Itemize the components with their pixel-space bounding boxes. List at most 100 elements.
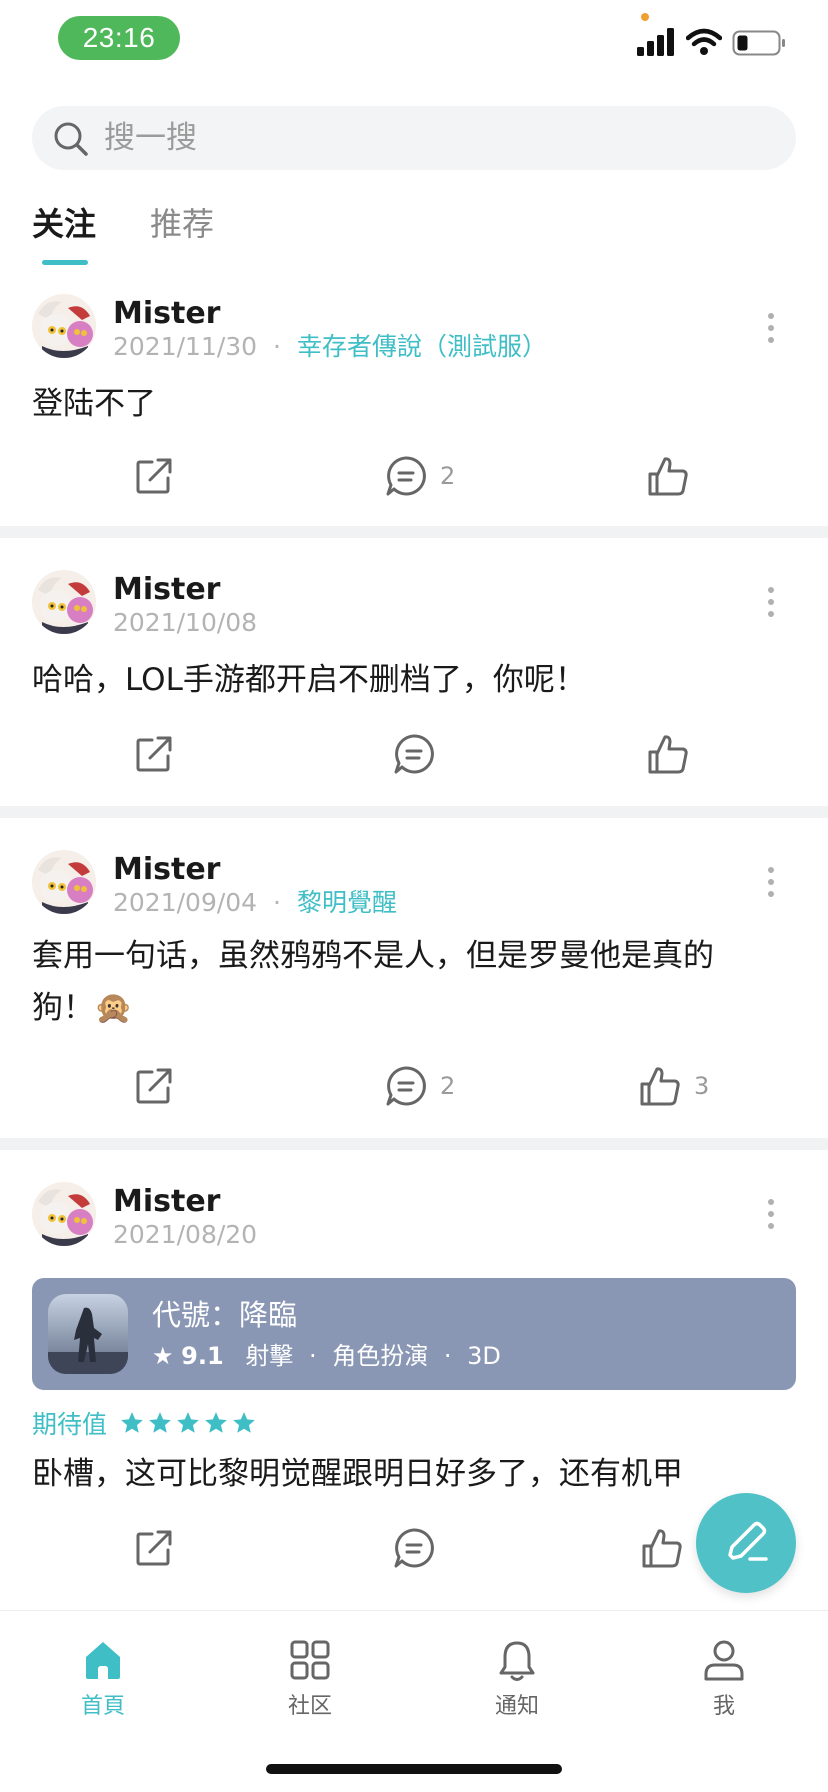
tag-separator: · <box>443 1342 452 1370</box>
more-options-icon[interactable] <box>760 862 782 902</box>
expectation-label: 期待值 <box>32 1410 108 1439</box>
comment-button[interactable] <box>392 1526 436 1570</box>
comment-icon <box>394 1528 434 1568</box>
bell-icon <box>499 1641 535 1681</box>
comment-icon <box>386 1066 426 1106</box>
post-game-link[interactable]: 黎明覺醒 <box>297 888 397 917</box>
nav-notifications[interactable]: 通知 <box>457 1637 577 1721</box>
share-icon <box>136 458 172 494</box>
thumbs-up-icon <box>648 457 688 496</box>
post-body: 哈哈，LOL手游都开启不删档了，你呢！ <box>32 662 586 698</box>
home-indicator <box>266 1764 562 1774</box>
star-icon: ★ <box>152 1342 174 1370</box>
star-icon <box>233 1412 255 1433</box>
comment-count: 2 <box>440 462 456 490</box>
nav-label: 首頁 <box>80 1694 125 1719</box>
meta-separator: · <box>273 332 281 361</box>
more-options-icon[interactable] <box>760 582 782 622</box>
status-time: 23:16 <box>58 16 180 60</box>
post-date: 2021/11/30 <box>113 332 258 361</box>
feed-post[interactable]: Mister 2021/11/30 · 幸存者傳說（測試服） 登陆不了 2 <box>0 280 828 526</box>
app-screen: 23:16 关注 推荐 <box>0 0 828 1792</box>
star-icon <box>149 1412 171 1433</box>
home-icon <box>86 1642 120 1679</box>
game-score: 9.1 <box>181 1342 224 1370</box>
game-card[interactable]: 代號：降臨 ★ 9.1 射擊 · 角色扮演 · 3D <box>32 1278 796 1390</box>
star-icon <box>121 1412 143 1433</box>
post-game-link[interactable]: 幸存者傳說（測試服） <box>297 332 547 361</box>
nav-label: 社区 <box>287 1694 332 1719</box>
grid-icon <box>290 1640 330 1680</box>
cellular-signal-icon <box>637 28 674 56</box>
privacy-indicator-dot <box>641 13 649 21</box>
post-divider <box>0 526 828 538</box>
comment-button[interactable]: 2 <box>384 454 455 498</box>
tab-recommend[interactable]: 推荐 <box>150 200 214 248</box>
post-meta: 2021/08/20 <box>113 1218 257 1252</box>
post-date: 2021/08/20 <box>113 1220 258 1249</box>
avatar[interactable] <box>32 294 96 358</box>
like-button[interactable]: 3 <box>638 1064 709 1108</box>
post-body: 套用一句话，虽然鸦鸦不是人，但是罗曼他是真的 狗！🙊 <box>32 930 802 1034</box>
post-author[interactable]: Mister <box>113 851 220 889</box>
meta-separator: · <box>273 888 281 917</box>
post-meta: 2021/11/30 · 幸存者傳說（測試服） <box>113 330 547 364</box>
nav-label: 我 <box>712 1694 735 1719</box>
post-date: 2021/10/08 <box>113 608 258 637</box>
share-button[interactable] <box>132 1526 176 1570</box>
like-button[interactable] <box>646 732 690 776</box>
share-button[interactable] <box>132 732 176 776</box>
avatar[interactable] <box>32 1182 96 1246</box>
wifi-icon <box>686 28 722 55</box>
expectation-rating: 期待值 <box>32 1406 259 1440</box>
thumbs-up-icon <box>642 1529 682 1568</box>
thumbs-up-icon <box>648 735 688 774</box>
nav-profile[interactable]: 我 <box>664 1637 784 1721</box>
post-meta: 2021/09/04 · 黎明覺醒 <box>113 886 397 920</box>
game-info: ★ 9.1 射擊 · 角色扮演 · 3D <box>152 1340 501 1372</box>
compose-post-button[interactable] <box>696 1493 796 1593</box>
status-bar: 23:16 <box>0 0 828 90</box>
like-button[interactable] <box>640 1526 684 1570</box>
game-title: 代號：降臨 <box>152 1298 298 1332</box>
post-author[interactable]: Mister <box>113 295 220 333</box>
nav-home[interactable]: 首頁 <box>43 1637 163 1721</box>
search-icon <box>54 122 88 156</box>
person-icon <box>704 1640 744 1681</box>
feed-post[interactable]: Mister 2021/09/04 · 黎明覺醒 套用一句话，虽然鸦鸦不是人，但… <box>0 818 828 1138</box>
avatar[interactable] <box>32 570 96 634</box>
post-body-line: 套用一句话，虽然鸦鸦不是人，但是罗曼他是真的 <box>32 938 714 974</box>
like-button[interactable] <box>646 454 690 498</box>
feed-tabs: 关注 推荐 <box>32 200 432 270</box>
post-meta: 2021/10/08 <box>113 606 257 640</box>
thumbs-up-icon <box>640 1067 680 1106</box>
avatar[interactable] <box>32 850 96 914</box>
star-icon <box>177 1412 199 1433</box>
star-icon <box>205 1412 227 1433</box>
active-tab-indicator <box>42 260 88 265</box>
post-body-line: 狗！🙊 <box>32 990 133 1026</box>
share-icon <box>136 736 172 772</box>
comment-count: 2 <box>440 1072 456 1100</box>
like-count: 3 <box>694 1072 710 1100</box>
nav-community[interactable]: 社区 <box>250 1637 370 1721</box>
compose-pen-icon <box>728 1521 768 1561</box>
game-tag: 射擊 <box>245 1342 294 1370</box>
search-input[interactable] <box>104 106 704 170</box>
comment-button[interactable]: 2 <box>384 1064 455 1108</box>
more-options-icon[interactable] <box>760 1194 782 1234</box>
post-body: 登陆不了 <box>32 386 156 422</box>
tab-follow[interactable]: 关注 <box>32 200 96 248</box>
share-button[interactable] <box>132 454 176 498</box>
more-options-icon[interactable] <box>760 308 782 348</box>
share-icon <box>136 1068 172 1104</box>
search-bar[interactable] <box>32 106 796 170</box>
post-author[interactable]: Mister <box>113 571 220 609</box>
comment-icon <box>386 456 426 496</box>
tag-separator: · <box>308 1342 317 1370</box>
post-author[interactable]: Mister <box>113 1183 220 1221</box>
feed-post[interactable]: Mister 2021/10/08 哈哈，LOL手游都开启不删档了，你呢！ <box>0 538 828 806</box>
comment-icon <box>394 734 434 774</box>
comment-button[interactable] <box>392 732 448 776</box>
share-button[interactable] <box>132 1064 176 1108</box>
